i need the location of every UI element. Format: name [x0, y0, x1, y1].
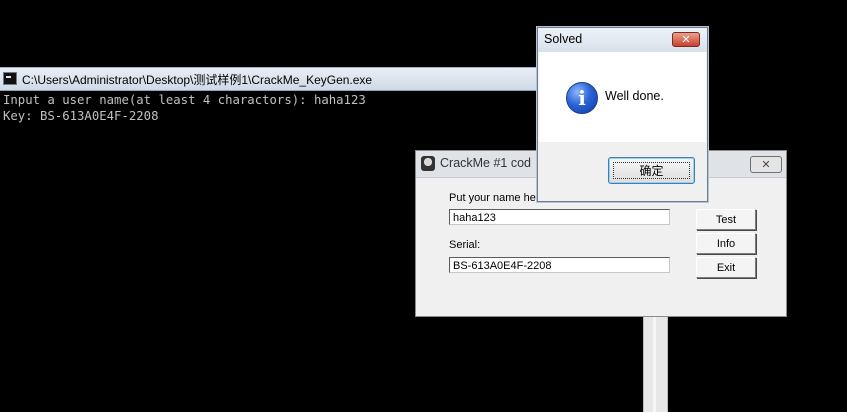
console-line-prompt: Input a user name(at least 4 charactors)…	[3, 93, 366, 107]
ok-label: 确定	[639, 164, 664, 178]
serial-label: Serial:	[449, 239, 481, 251]
ok-button[interactable]: 确定	[608, 157, 695, 184]
skull-icon	[421, 156, 435, 171]
console-app-icon	[3, 72, 17, 85]
dialog-close-button[interactable]: ✕	[672, 32, 700, 47]
console-line-key: Key: BS-613A0E4F-2208	[3, 109, 159, 123]
exit-button[interactable]: Exit	[696, 257, 756, 278]
background-decoration	[643, 316, 668, 412]
console-titlebar[interactable]: C:\Users\Administrator\Desktop\测试样例1\Cra…	[0, 67, 540, 91]
dialog-message: Well done.	[605, 89, 664, 103]
info-icon: i	[566, 82, 598, 114]
info-button[interactable]: Info	[696, 233, 756, 254]
close-icon: ✕	[681, 33, 691, 46]
console-title: C:\Users\Administrator\Desktop\测试样例1\Cra…	[22, 73, 373, 87]
crackme-title: CrackMe #1 cod	[440, 156, 532, 170]
serial-input[interactable]: BS-613A0E4F-2208	[449, 257, 670, 273]
name-input[interactable]: haha123	[449, 209, 670, 225]
dialog-title: Solved	[544, 32, 583, 46]
test-button[interactable]: Test	[696, 209, 756, 230]
close-icon: ✕	[761, 158, 771, 171]
solved-dialog: Solved ✕ i Well done. 确定	[537, 27, 708, 202]
crackme-close-button[interactable]: ✕	[750, 156, 782, 173]
name-label: Put your name here:	[449, 192, 549, 204]
dialog-titlebar[interactable]: Solved ✕	[538, 28, 707, 52]
